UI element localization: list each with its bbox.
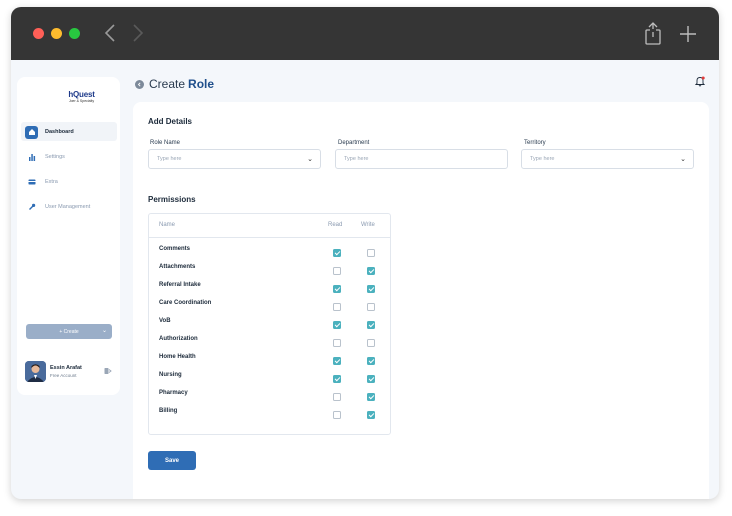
sidebar-item-label: Settings	[45, 154, 65, 160]
logo-text: hQuest	[68, 90, 95, 99]
forward-arrow-icon[interactable]	[127, 21, 147, 45]
permissions-heading: Permissions	[148, 195, 196, 204]
table-row: Care Coordination	[149, 298, 390, 316]
read-checkbox[interactable]	[333, 411, 341, 419]
sidebar: hQuest Joer & Specialty Dashboard Settin…	[17, 77, 120, 395]
table-row: Authorization	[149, 334, 390, 352]
avatar	[25, 361, 46, 382]
department-label: Department	[338, 140, 370, 146]
chevron-down-icon: ⌄	[101, 328, 107, 334]
table-row: Pharmacy	[149, 388, 390, 406]
territory-placeholder: Type here	[530, 156, 555, 162]
permission-name: Home Health	[159, 354, 196, 360]
back-arrow-icon[interactable]	[101, 21, 121, 45]
permission-name: Nursing	[159, 372, 182, 378]
write-checkbox[interactable]	[367, 303, 375, 311]
write-checkbox[interactable]	[367, 285, 375, 293]
territory-select[interactable]: Type here ⌄	[521, 149, 694, 169]
sidebar-item-user-management[interactable]: User Management	[25, 199, 117, 215]
save-button[interactable]: Save	[148, 451, 196, 470]
read-checkbox[interactable]	[333, 321, 341, 329]
territory-label: Territory	[524, 140, 546, 146]
bar-chart-icon	[25, 151, 38, 164]
sidebar-item-settings[interactable]: Settings	[25, 149, 117, 165]
chevron-down-icon: ⌄	[680, 156, 686, 163]
read-checkbox[interactable]	[333, 375, 341, 383]
app-logo[interactable]: hQuest Joer & Specialty	[59, 90, 104, 103]
write-checkbox[interactable]	[367, 375, 375, 383]
permission-name: Billing	[159, 408, 178, 414]
department-input[interactable]: Type here	[335, 149, 508, 169]
user-account-type: Free Account	[50, 373, 77, 378]
column-header-name: Name	[159, 222, 176, 228]
table-row: Attachments	[149, 262, 390, 280]
create-button-label: + Create	[59, 328, 79, 335]
create-dropdown-button[interactable]: + Create ⌄	[26, 324, 112, 339]
page-title-prefix: Create	[149, 77, 186, 91]
browser-titlebar	[11, 7, 719, 60]
role-name-placeholder: Type here	[157, 156, 182, 162]
user-name: Essin Arafat	[50, 365, 82, 371]
write-checkbox[interactable]	[367, 393, 375, 401]
column-header-read: Read	[328, 222, 343, 228]
permission-name: Authorization	[159, 336, 198, 342]
department-placeholder: Type here	[344, 156, 369, 162]
permission-name: Care Coordination	[159, 300, 212, 306]
permission-name: Pharmacy	[159, 390, 188, 396]
write-checkbox[interactable]	[367, 339, 375, 347]
read-checkbox[interactable]	[333, 249, 341, 257]
table-row: Billing	[149, 406, 390, 424]
read-checkbox[interactable]	[333, 339, 341, 347]
write-checkbox[interactable]	[367, 357, 375, 365]
minimize-window-button[interactable]	[51, 28, 62, 39]
permission-name: Referral Intake	[159, 282, 201, 288]
sidebar-item-label: Extra	[45, 179, 58, 185]
back-circle-icon[interactable]	[135, 79, 144, 89]
write-checkbox[interactable]	[367, 411, 375, 419]
read-checkbox[interactable]	[333, 303, 341, 311]
sidebar-item-extra[interactable]: Extra	[25, 174, 117, 190]
write-checkbox[interactable]	[367, 249, 375, 257]
table-row: VoB	[149, 316, 390, 334]
sidebar-item-label: Dashboard	[45, 129, 74, 135]
role-name-select[interactable]: Type here ⌄	[148, 149, 321, 169]
column-header-write: Write	[361, 222, 375, 228]
user-profile[interactable]: Essin Arafat Free Account	[25, 361, 117, 383]
page-title-strong: Role	[188, 77, 215, 91]
save-button-label: Save	[164, 457, 179, 464]
read-checkbox[interactable]	[333, 267, 341, 275]
permission-name: Attachments	[159, 264, 196, 270]
logo-tagline: Joer & Specialty	[68, 99, 95, 103]
card-icon	[25, 176, 38, 189]
permissions-table: Name Read Write Comments Attachments Refer…	[148, 213, 391, 435]
wrench-icon	[25, 201, 38, 214]
page-title: Create Role	[135, 77, 214, 91]
home-icon	[25, 125, 38, 139]
write-checkbox[interactable]	[367, 267, 375, 275]
read-checkbox[interactable]	[333, 285, 341, 293]
read-checkbox[interactable]	[333, 393, 341, 401]
permission-name: Comments	[159, 246, 191, 252]
share-icon[interactable]	[641, 21, 665, 47]
add-details-heading: Add Details	[148, 117, 193, 126]
sidebar-item-dashboard[interactable]: Dashboard	[25, 124, 117, 140]
maximize-window-button[interactable]	[69, 28, 80, 39]
permissions-table-header: Name Read Write	[149, 214, 390, 238]
logout-icon[interactable]	[104, 367, 112, 375]
table-row: Comments	[149, 244, 390, 262]
write-checkbox[interactable]	[367, 321, 375, 329]
table-row: Home Health	[149, 352, 390, 370]
close-window-button[interactable]	[33, 28, 44, 39]
permission-name: VoB	[159, 318, 171, 324]
read-checkbox[interactable]	[333, 357, 341, 365]
table-row: Nursing	[149, 370, 390, 388]
table-row: Referral Intake	[149, 280, 390, 298]
notification-bell-icon[interactable]	[695, 76, 705, 87]
role-name-label: Role Name	[150, 140, 181, 146]
sidebar-item-label: User Management	[45, 204, 91, 210]
new-tab-plus-icon[interactable]	[676, 21, 700, 47]
chevron-down-icon: ⌄	[307, 156, 313, 163]
